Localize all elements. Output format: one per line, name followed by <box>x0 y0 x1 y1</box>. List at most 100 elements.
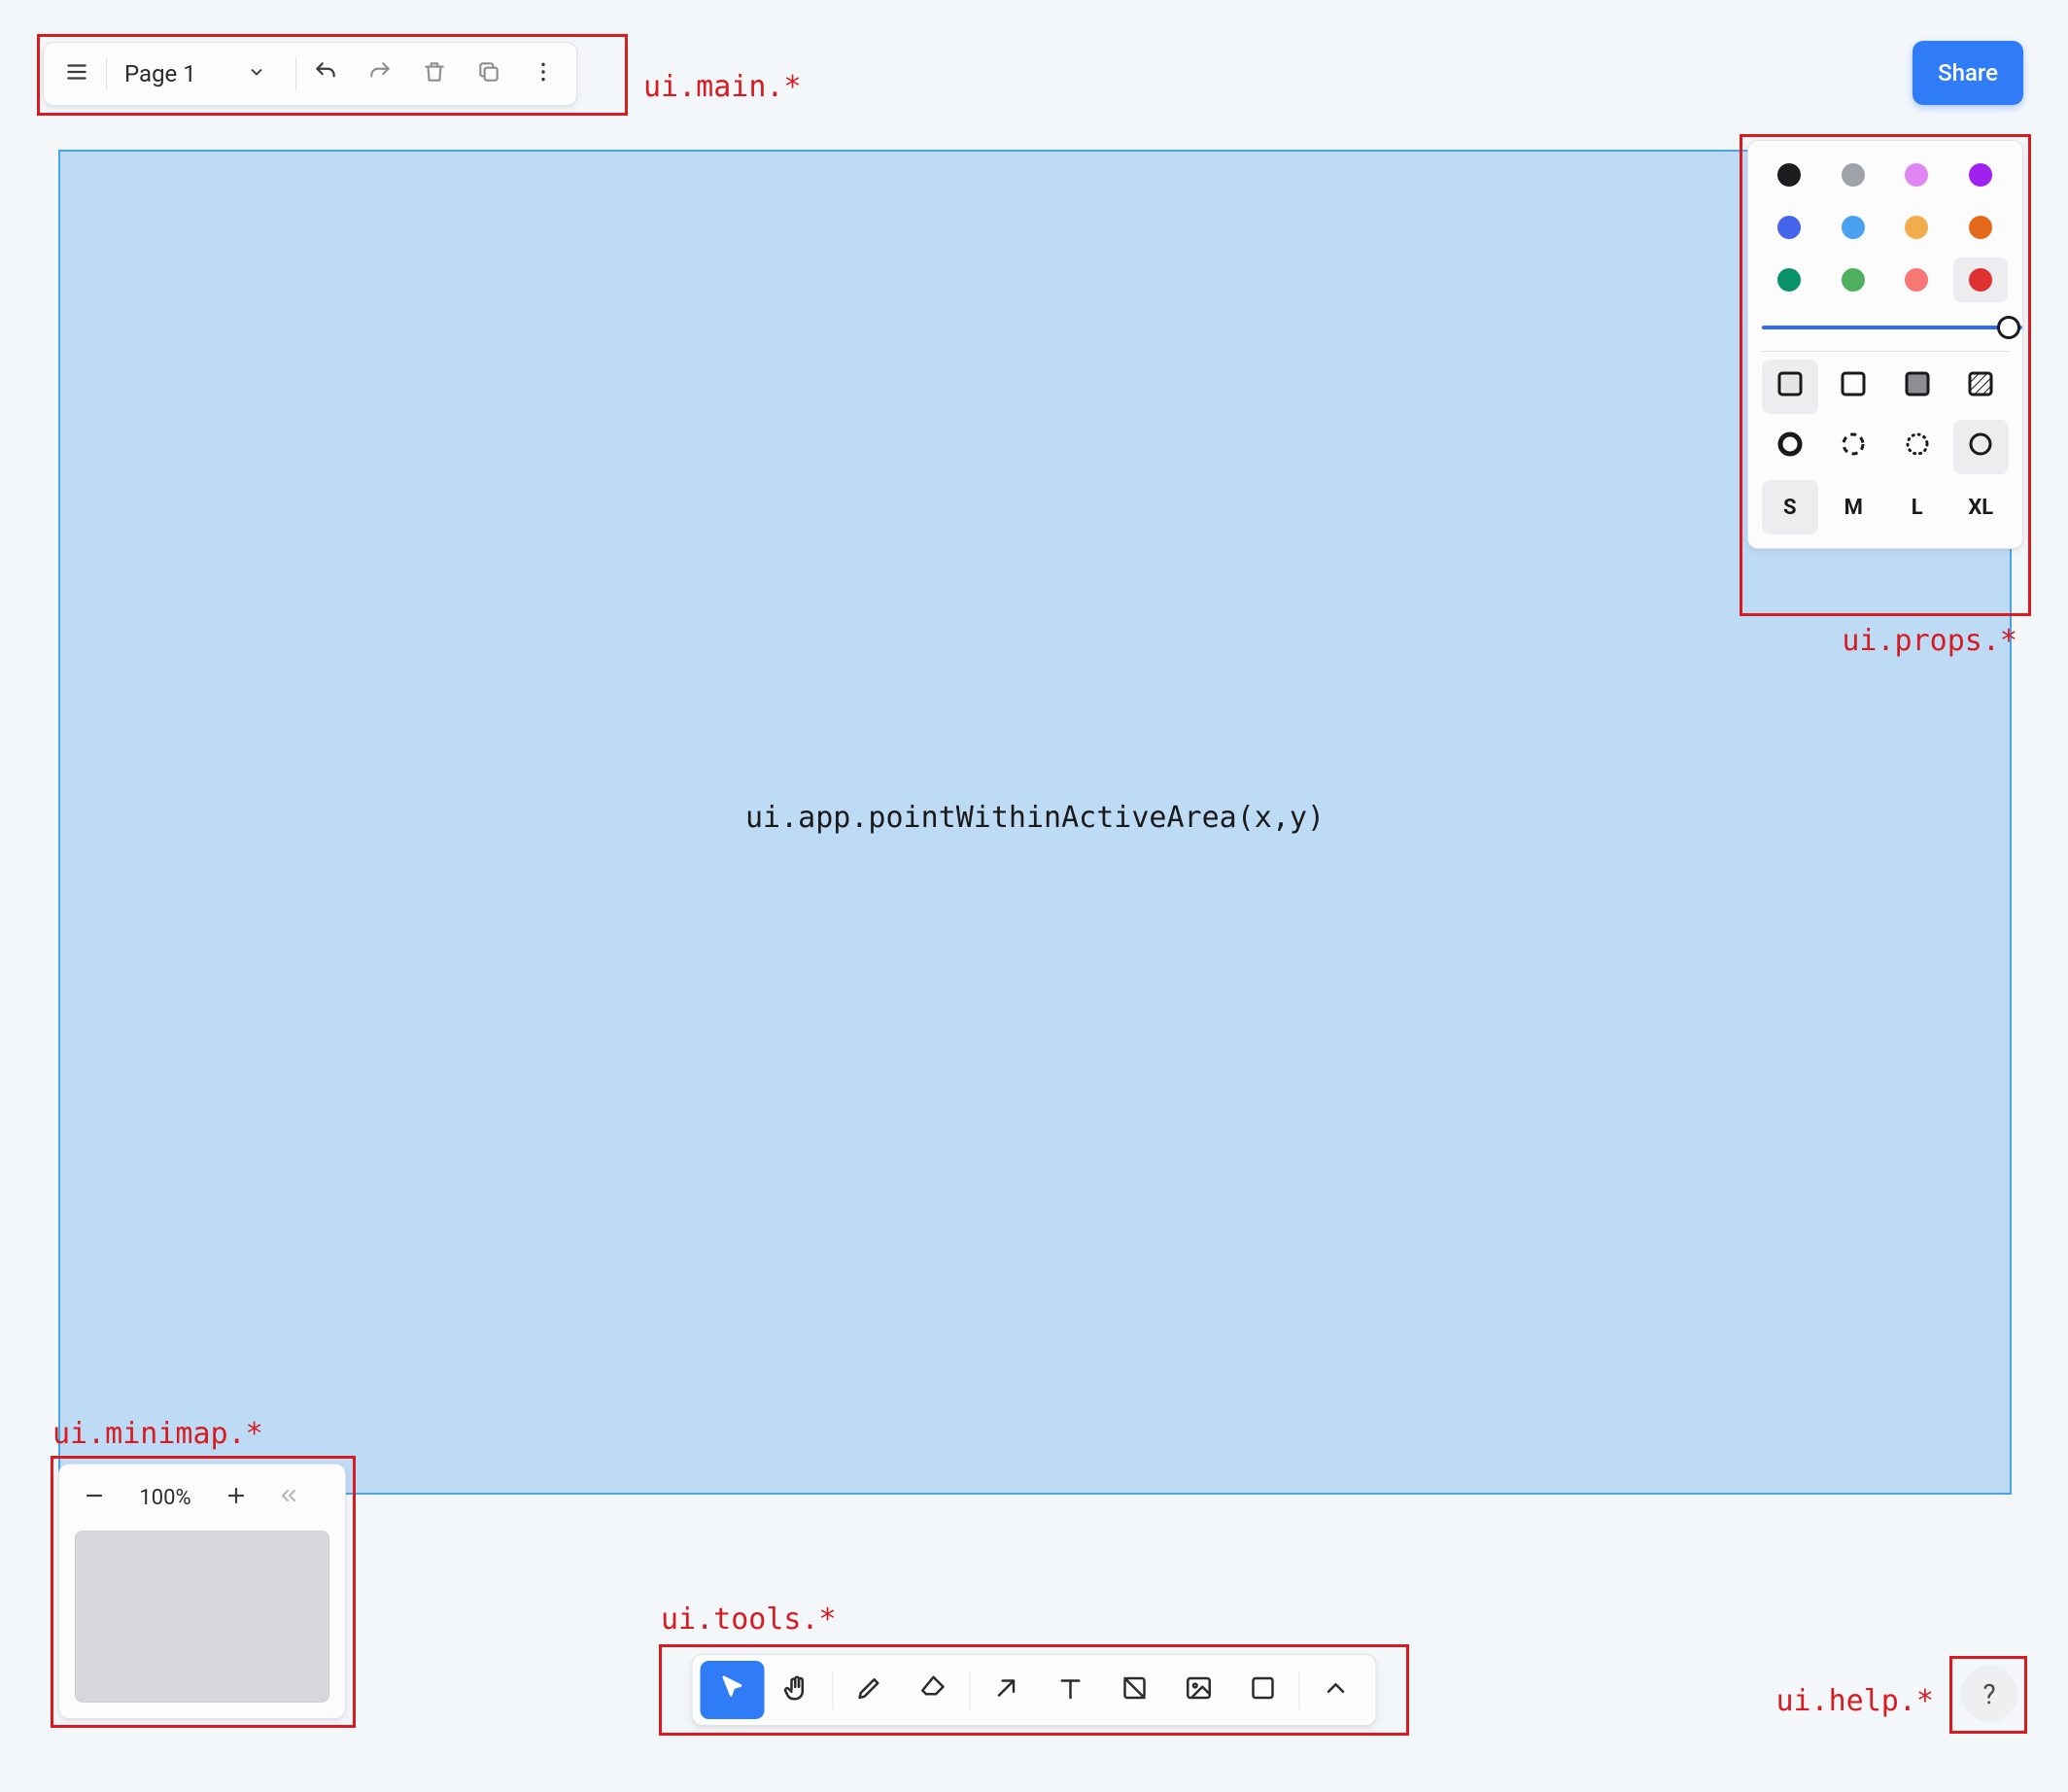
minimap-collapse-button[interactable] <box>265 1470 312 1525</box>
help-button-label: ? <box>1982 1678 1995 1710</box>
color-swatch-red[interactable] <box>1953 258 2008 302</box>
tool-text[interactable] <box>1039 1661 1103 1719</box>
trash-icon <box>422 59 447 88</box>
chevrons-left-icon <box>277 1484 300 1511</box>
color-swatch-light-blue[interactable] <box>1826 205 1880 250</box>
stroke-dashed[interactable] <box>1826 420 1882 474</box>
opacity-thumb[interactable] <box>1997 316 2020 339</box>
stroke-solid[interactable] <box>1762 420 1818 474</box>
zoom-in-button[interactable] <box>207 1470 265 1525</box>
duplicate-icon <box>476 59 501 88</box>
size-row: S M L XL <box>1748 480 2022 540</box>
color-swatch-blue[interactable] <box>1762 205 1816 250</box>
props-divider <box>1762 351 2009 352</box>
page-selector[interactable]: Page 1 <box>109 47 293 101</box>
redo-icon <box>367 59 393 88</box>
help-button[interactable]: ? <box>1961 1666 2017 1722</box>
minimap-canvas[interactable] <box>75 1531 329 1703</box>
swatch-dot <box>1842 163 1865 187</box>
swatch-dot <box>1905 163 1928 187</box>
size-xl[interactable]: XL <box>1953 480 2010 534</box>
square-icon <box>1249 1673 1278 1706</box>
canvas-label: ui.app.pointWithinActiveArea(x,y) <box>745 801 1325 835</box>
tool-shape[interactable] <box>1231 1661 1295 1719</box>
stroke-dashed-icon <box>1839 430 1868 465</box>
size-label: M <box>1844 496 1863 520</box>
toolbar-divider <box>295 56 296 91</box>
swatch-dot <box>1842 268 1865 292</box>
fill-none[interactable] <box>1762 360 1818 414</box>
tools-toolbar <box>692 1654 1377 1726</box>
fill-semi[interactable] <box>1826 360 1882 414</box>
arrow-up-right-icon <box>992 1673 1021 1706</box>
color-swatch-green[interactable] <box>1826 258 1880 302</box>
stroke-draw[interactable] <box>1953 420 2010 474</box>
size-m[interactable]: M <box>1826 480 1882 534</box>
fill-pattern-icon <box>1966 369 1995 404</box>
size-label: S <box>1783 496 1797 520</box>
color-swatch-light-red[interactable] <box>1889 258 1944 302</box>
tool-draw[interactable] <box>838 1661 902 1719</box>
redo-button[interactable] <box>353 47 407 101</box>
annotation-label-tools: ui.tools.* <box>661 1602 837 1637</box>
swatch-dot <box>1842 216 1865 239</box>
delete-button[interactable] <box>407 47 462 101</box>
fill-none-icon <box>1775 369 1805 404</box>
tool-asset[interactable] <box>1167 1661 1231 1719</box>
toolbar-divider <box>1299 1671 1300 1709</box>
share-button[interactable]: Share <box>1913 41 2023 105</box>
stroke-style-row <box>1748 420 2022 480</box>
menu-button[interactable] <box>50 47 104 101</box>
color-swatch-orange[interactable] <box>1953 205 2008 250</box>
zoom-controls: 100% <box>59 1465 345 1531</box>
tool-arrow[interactable] <box>975 1661 1039 1719</box>
minus-icon <box>83 1484 106 1511</box>
tool-select[interactable] <box>701 1661 765 1719</box>
hand-icon <box>782 1673 811 1706</box>
share-button-label: Share <box>1938 59 1998 86</box>
color-swatch-grey[interactable] <box>1826 153 1880 197</box>
tool-note[interactable] <box>1103 1661 1167 1719</box>
zoom-out-button[interactable] <box>65 1470 123 1525</box>
main-toolbar: Page 1 <box>43 42 577 106</box>
swatch-dot <box>1777 216 1801 239</box>
color-swatch-violet[interactable] <box>1953 153 2008 197</box>
overflow-button[interactable] <box>516 47 570 101</box>
color-swatch-dark-green[interactable] <box>1762 258 1816 302</box>
undo-button[interactable] <box>298 47 353 101</box>
color-swatch-light-violet[interactable] <box>1889 153 1944 197</box>
swatch-dot <box>1905 268 1928 292</box>
swatch-dot <box>1777 268 1801 292</box>
color-swatch-grid <box>1762 153 2009 302</box>
size-s[interactable]: S <box>1762 480 1818 534</box>
duplicate-button[interactable] <box>462 47 516 101</box>
pencil-icon <box>855 1673 884 1706</box>
undo-icon <box>313 59 338 88</box>
tool-eraser[interactable] <box>902 1661 966 1719</box>
stroke-solid-icon <box>1775 430 1805 465</box>
swatch-dot <box>1905 216 1928 239</box>
color-swatch-yellow[interactable] <box>1889 205 1944 250</box>
fill-solid[interactable] <box>1889 360 1946 414</box>
note-icon <box>1120 1673 1150 1706</box>
tool-more[interactable] <box>1304 1661 1368 1719</box>
opacity-fill <box>1762 326 2022 329</box>
hamburger-icon <box>64 59 89 88</box>
tool-hand[interactable] <box>765 1661 829 1719</box>
size-l[interactable]: L <box>1889 480 1946 534</box>
size-label: L <box>1912 496 1923 520</box>
stroke-draw-icon <box>1966 430 1995 465</box>
opacity-slider[interactable] <box>1748 314 2022 341</box>
zoom-level-label[interactable]: 100% <box>123 1486 207 1510</box>
image-icon <box>1185 1673 1214 1706</box>
swatch-dot <box>1969 268 1992 292</box>
fill-pattern[interactable] <box>1953 360 2010 414</box>
color-swatch-black[interactable] <box>1762 153 1816 197</box>
minimap-panel: 100% <box>58 1464 346 1719</box>
active-area[interactable]: ui.app.pointWithinActiveArea(x,y) <box>58 150 2012 1495</box>
stroke-dotted[interactable] <box>1889 420 1946 474</box>
eraser-icon <box>919 1673 948 1706</box>
text-icon <box>1056 1673 1086 1706</box>
stroke-dotted-icon <box>1903 430 1932 465</box>
swatch-dot <box>1969 163 1992 187</box>
